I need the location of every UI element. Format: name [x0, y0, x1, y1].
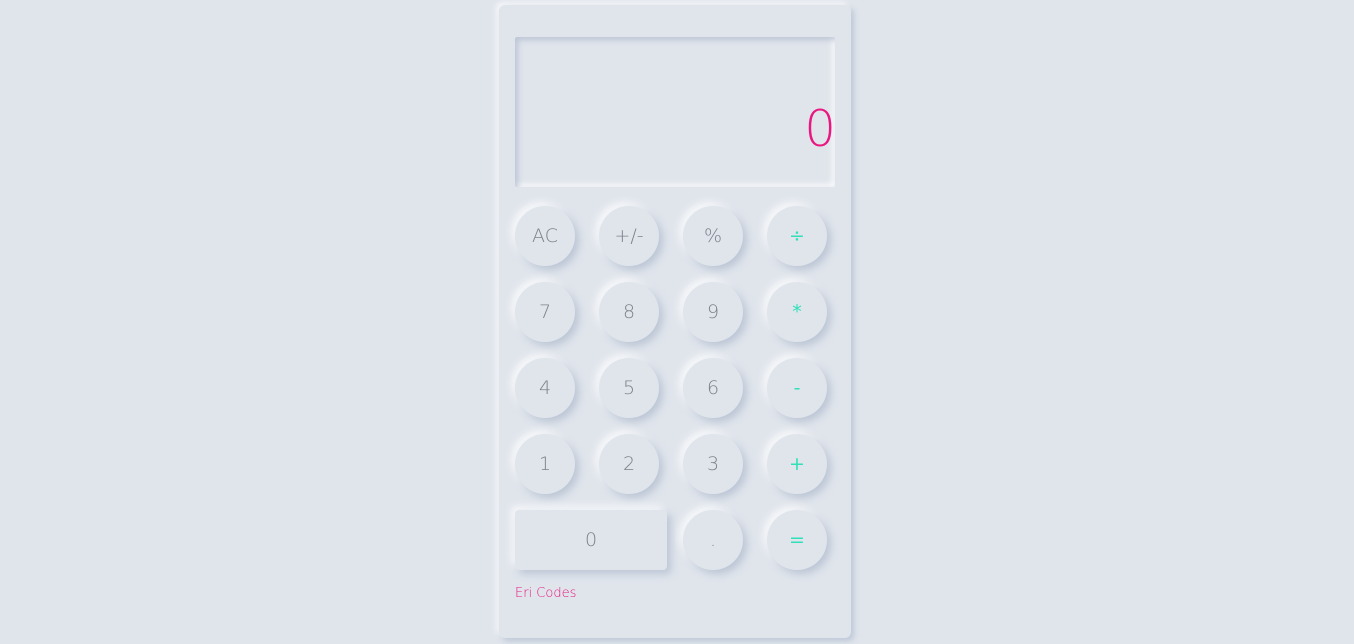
display-value: 0 [804, 100, 835, 158]
percent-button[interactable]: % [683, 206, 743, 266]
toggle-sign-button[interactable]: +/- [599, 206, 659, 266]
digit-4-button[interactable]: 4 [515, 358, 575, 418]
digit-7-button[interactable]: 7 [515, 282, 575, 342]
subtract-button[interactable]: - [767, 358, 827, 418]
calculator-display: 0 [515, 37, 835, 187]
digit-0-button[interactable]: 0 [515, 510, 667, 570]
digit-1-button[interactable]: 1 [515, 434, 575, 494]
digit-8-button[interactable]: 8 [599, 282, 659, 342]
equals-button[interactable]: = [767, 510, 827, 570]
divide-button[interactable]: ÷ [767, 206, 827, 266]
digit-2-button[interactable]: 2 [599, 434, 659, 494]
digit-3-button[interactable]: 3 [683, 434, 743, 494]
author-credit: Eri Codes [515, 586, 577, 601]
decimal-button[interactable]: . [683, 510, 743, 570]
digit-5-button[interactable]: 5 [599, 358, 659, 418]
digit-6-button[interactable]: 6 [683, 358, 743, 418]
digit-9-button[interactable]: 9 [683, 282, 743, 342]
calculator: 0 AC +/- % ÷ 7 8 9 * 4 5 6 - 1 2 3 + 0 .… [499, 5, 851, 638]
add-button[interactable]: + [767, 434, 827, 494]
clear-button[interactable]: AC [515, 206, 575, 266]
multiply-button[interactable]: * [767, 282, 827, 342]
